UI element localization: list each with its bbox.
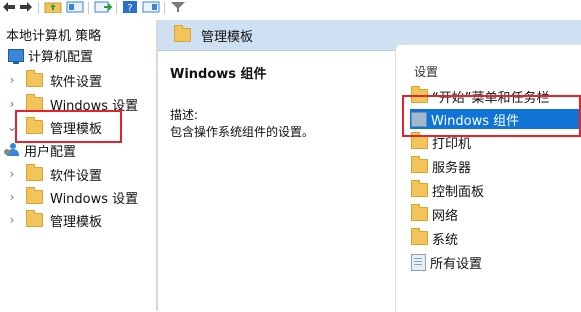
chevron-right-icon[interactable]: › [6, 190, 18, 204]
annotation-highlight-tree [15, 110, 122, 143]
chevron-right-icon[interactable]: › [6, 213, 18, 227]
tree-item-label: 软件设置 [50, 74, 103, 90]
description-label: 描述: [170, 108, 199, 122]
extended-view-icon[interactable] [142, 0, 160, 14]
description-text: 包含操作系统组件的设置。 [170, 125, 315, 139]
chevron-right-icon[interactable]: › [6, 73, 18, 87]
annotation-highlight-list [402, 95, 581, 137]
folder-icon [411, 228, 428, 245]
list-item-label: 控制面板 [432, 184, 485, 200]
description-pane: Windows 组件 描述: 包含操作系统组件的设置。 [158, 51, 394, 311]
folder-icon [26, 94, 43, 111]
show-hide-tree-icon[interactable] [66, 0, 84, 14]
back-arrow-icon[interactable] [2, 0, 16, 14]
toolbar: ? [0, 0, 581, 20]
up-folder-icon[interactable] [44, 0, 62, 14]
all-settings-icon [411, 253, 426, 271]
toolbar-separator [116, 2, 117, 14]
chevron-right-icon[interactable]: › [6, 97, 18, 111]
tree-item-label: 用户配置 [24, 144, 77, 160]
folder-icon [411, 204, 428, 221]
tree-root-label: 本地计算机 策略 [6, 28, 102, 44]
computer-icon [8, 48, 24, 64]
list-item-system[interactable]: 系统 [411, 228, 458, 248]
tree-item-software-settings[interactable]: › 软件设置 [6, 70, 102, 90]
tree-item-user-admin-templates[interactable]: › 管理模板 [6, 210, 102, 230]
toolbar-separator [38, 2, 39, 14]
folder-icon [411, 132, 428, 149]
help-icon[interactable]: ? [122, 0, 138, 14]
forward-arrow-icon[interactable] [19, 0, 33, 14]
folder-icon [411, 180, 428, 197]
list-item-control-panel[interactable]: 控制面板 [411, 180, 484, 200]
list-item-network[interactable]: 网络 [411, 204, 458, 224]
list-item-server[interactable]: 服务器 [411, 156, 471, 176]
list-item-label: 网络 [432, 208, 459, 224]
chevron-right-icon[interactable]: › [6, 167, 18, 181]
tree-item-computer-config[interactable]: 计算机配置 [8, 45, 93, 65]
folder-icon [174, 25, 191, 42]
settings-list: 设置 “开始”菜单和任务栏 Windows 组件 打印机 服务器 控制面板 网络… [395, 44, 581, 312]
user-config-icon [4, 143, 20, 157]
tree-item-label: 管理模板 [50, 214, 103, 230]
export-list-icon[interactable] [94, 0, 112, 14]
folder-icon [26, 164, 43, 181]
tree-item-label: 计算机配置 [28, 49, 94, 65]
tree-item-label: Windows 设置 [50, 191, 139, 207]
svg-text:?: ? [127, 3, 132, 13]
toolbar-separator [88, 2, 89, 14]
tree-item-user-config[interactable]: 用户配置 [4, 140, 77, 160]
tree-item-user-windows-settings[interactable]: › Windows 设置 [6, 187, 138, 207]
list-item-label: 服务器 [432, 160, 472, 176]
header-title: 管理模板 [201, 29, 254, 45]
folder-icon [26, 70, 43, 87]
list-item-label: 所有设置 [430, 256, 483, 272]
description-title: Windows 组件 [170, 67, 267, 82]
console-tree: 本地计算机 策略 计算机配置 › 软件设置 › Windows 设置 ⌄ 管理模… [0, 20, 156, 311]
toolbar-separator [164, 2, 165, 14]
list-item-all-settings[interactable]: 所有设置 [411, 252, 482, 272]
filter-icon[interactable] [170, 0, 186, 14]
folder-icon [411, 156, 428, 173]
list-item-label: 系统 [432, 232, 459, 248]
folder-icon [26, 187, 43, 204]
tree-root[interactable]: 本地计算机 策略 [6, 24, 101, 44]
tree-item-user-software-settings[interactable]: › 软件设置 [6, 164, 102, 184]
tree-item-label: 软件设置 [50, 168, 103, 184]
folder-icon [26, 210, 43, 227]
column-header-settings[interactable]: 设置 [414, 63, 438, 80]
